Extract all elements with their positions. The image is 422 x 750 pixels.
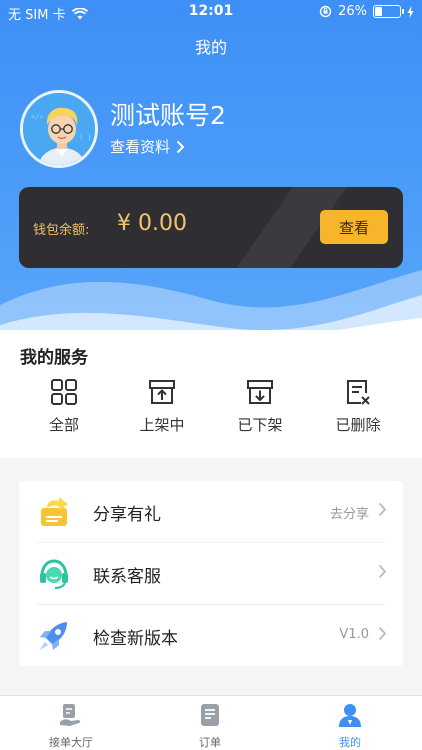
view-profile-link[interactable]: 查看资料 xyxy=(110,136,185,157)
chevron-right-icon xyxy=(176,140,185,153)
chevron-right-icon xyxy=(378,626,387,641)
tab-label: 我的 xyxy=(339,736,361,749)
menu-value: V1.0 xyxy=(339,627,369,642)
service-label: 已下架 xyxy=(237,416,283,434)
wallet-balance-label: 钱包余额: xyxy=(33,223,90,238)
menu-card: 分享有礼 去分享 联系客服 检查新版本 V1.0 xyxy=(19,481,403,666)
tab-label: 接单大厅 xyxy=(49,736,93,749)
charging-icon xyxy=(407,5,414,18)
service-label: 已删除 xyxy=(335,416,381,434)
menu-label: 分享有礼 xyxy=(93,505,161,525)
tab-label: 订单 xyxy=(199,736,221,749)
order-icon xyxy=(201,704,219,726)
avatar[interactable]: </> { } xyxy=(20,90,98,168)
service-all[interactable]: 全部 xyxy=(19,378,109,435)
battery-icon xyxy=(373,5,404,18)
username: 测试账号2 xyxy=(110,101,226,130)
customer-service-icon xyxy=(40,559,68,589)
deleted-doc-icon xyxy=(347,380,370,405)
orientation-lock-icon xyxy=(319,5,332,18)
view-profile-label: 查看资料 xyxy=(110,138,171,156)
view-wallet-button[interactable]: 查看 xyxy=(320,210,388,244)
grid-icon xyxy=(51,379,77,405)
chevron-right-icon xyxy=(378,502,387,517)
menu-label: 检查新版本 xyxy=(93,629,178,649)
menu-value: 去分享 xyxy=(329,507,369,522)
service-label: 全部 xyxy=(48,416,79,434)
tab-orders[interactable]: 订单 xyxy=(160,702,260,750)
hall-icon xyxy=(60,704,81,726)
battery-percent: 26% xyxy=(338,4,367,19)
wallet-card: 钱包余额: ¥ 0.00 查看 xyxy=(19,187,403,268)
box-down-icon xyxy=(247,380,273,404)
rocket-icon xyxy=(40,622,67,650)
services-title: 我的服务 xyxy=(20,348,88,368)
wallet-balance-amount: ¥ 0.00 xyxy=(117,211,187,236)
svg-text:{ }: { } xyxy=(79,133,92,141)
tab-mine[interactable]: 我的 xyxy=(300,702,400,750)
chevron-right-icon xyxy=(378,564,387,579)
status-bar: 无 SIM 卡 12:01 26% xyxy=(0,0,422,24)
tab-order-hall[interactable]: 接单大厅 xyxy=(21,702,121,750)
box-up-icon xyxy=(149,380,175,404)
my-services-section: 我的服务 全部 上架中 已下架 已删除 xyxy=(0,330,422,458)
menu-row-share[interactable]: 分享有礼 去分享 xyxy=(19,481,403,542)
bottom-tab-bar: 接单大厅 订单 我的 xyxy=(0,695,422,750)
svg-text:</>: </> xyxy=(31,113,44,121)
profile-icon xyxy=(339,704,361,727)
service-on-shelf[interactable]: 上架中 xyxy=(117,378,207,435)
service-deleted[interactable]: 已删除 xyxy=(313,378,403,435)
menu-row-customer-service[interactable]: 联系客服 xyxy=(19,543,403,604)
service-off-shelf[interactable]: 已下架 xyxy=(215,378,305,435)
service-label: 上架中 xyxy=(139,416,185,434)
menu-label: 联系客服 xyxy=(93,567,161,587)
page-title: 我的 xyxy=(194,38,227,57)
menu-row-check-version[interactable]: 检查新版本 V1.0 xyxy=(19,605,403,666)
share-gift-icon xyxy=(41,497,68,526)
